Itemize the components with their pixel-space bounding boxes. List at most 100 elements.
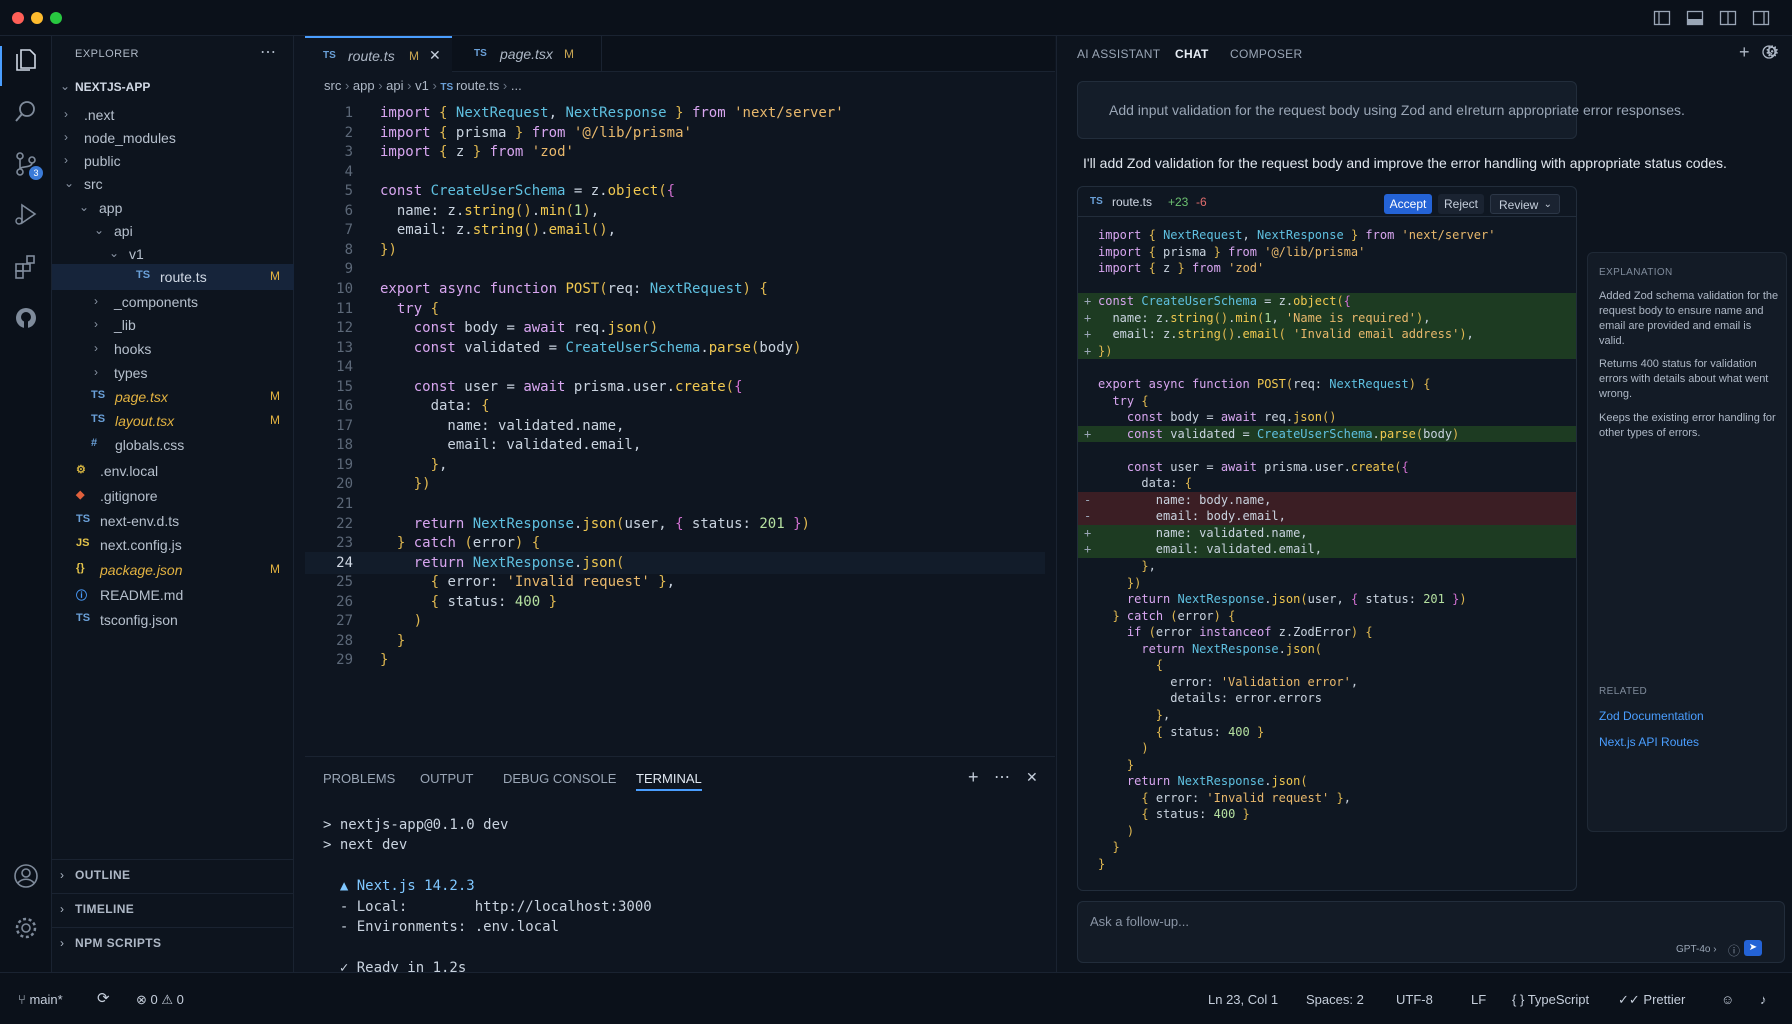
explorer-icon[interactable] bbox=[12, 46, 40, 74]
terminal-line: > next dev bbox=[323, 837, 408, 853]
minimize-window-button[interactable] bbox=[31, 12, 43, 24]
branch-icon: ⑂ bbox=[18, 992, 26, 1007]
breadcrumb-item[interactable]: route.ts bbox=[456, 78, 499, 93]
file-type-icon: TS bbox=[136, 269, 151, 281]
explorer-root[interactable]: ⌄ NEXTJS-APP bbox=[52, 74, 294, 100]
model-selector[interactable]: GPT-4o › bbox=[1676, 944, 1717, 955]
link-zod-docs[interactable]: Zod Documentation bbox=[1599, 709, 1704, 723]
tab-page-tsx[interactable]: TS page.tsx M bbox=[452, 36, 602, 72]
timeline-section[interactable]: › TIMELINE bbox=[52, 893, 294, 923]
tree-item[interactable]: › hooks bbox=[52, 336, 294, 362]
diff-code: const body = await req.json() bbox=[1126, 410, 1337, 425]
diff-code: { status: 400 } bbox=[1155, 724, 1265, 739]
file-type-icon: JS bbox=[76, 537, 90, 549]
tab-chat[interactable]: CHAT bbox=[1175, 47, 1209, 61]
follow-up-input[interactable]: Ask a follow-up... GPT-4o › ⓘ ➤ bbox=[1077, 901, 1785, 963]
notifications-icon[interactable]: ♪ bbox=[1760, 992, 1767, 1007]
tab-output[interactable]: OUTPUT bbox=[420, 771, 473, 786]
tab-route-ts[interactable]: TS route.ts M ✕ bbox=[305, 36, 452, 72]
tab-terminal[interactable]: TERMINAL bbox=[636, 771, 702, 791]
new-chat-icon[interactable]: + bbox=[1739, 42, 1750, 63]
link-nextjs-routes[interactable]: Next.js API Routes bbox=[1599, 735, 1699, 749]
reject-button[interactable]: Reject bbox=[1438, 194, 1484, 214]
review-dropdown[interactable]: Review ⌄ bbox=[1490, 194, 1560, 214]
maximize-window-button[interactable] bbox=[50, 12, 62, 24]
tab-debug-console[interactable]: DEBUG CONSOLE bbox=[503, 771, 616, 786]
toggle-panel-icon[interactable] bbox=[1686, 9, 1704, 27]
code-text: } bbox=[380, 652, 389, 669]
diff-line: const user = await prisma.user.create({ bbox=[1078, 459, 1576, 476]
cursor-position[interactable]: Ln 23, Col 1 bbox=[1208, 992, 1278, 1007]
outline-section[interactable]: › OUTLINE bbox=[52, 859, 294, 889]
tree-item[interactable]: TS page.tsx M bbox=[52, 384, 294, 410]
diff-code: } bbox=[1126, 757, 1135, 772]
sync-icon[interactable]: ⟳ bbox=[97, 989, 110, 1007]
tree-item[interactable]: › types bbox=[52, 360, 294, 386]
branch-indicator[interactable]: ⑂ main* bbox=[18, 992, 63, 1007]
diff-line: export async function POST(req: NextRequ… bbox=[1078, 376, 1576, 393]
tree-item[interactable]: TS layout.tsx M bbox=[52, 408, 294, 434]
info-icon[interactable]: ⓘ bbox=[1728, 942, 1740, 959]
breadcrumb-item[interactable]: api bbox=[386, 78, 403, 93]
settings-icon[interactable]: ⚙ bbox=[1765, 42, 1779, 62]
more-icon[interactable]: ⋯ bbox=[994, 767, 1010, 787]
diff-code: if (error instanceof z.ZodError) { bbox=[1126, 625, 1373, 640]
diff-line-added: + name: validated.name, bbox=[1078, 524, 1576, 542]
npm-scripts-section[interactable]: › NPM SCRIPTS bbox=[52, 927, 294, 957]
breadcrumb-separator: › bbox=[403, 78, 416, 93]
problems-indicator[interactable]: ⊗ 0 ⚠ 0 bbox=[136, 992, 184, 1008]
formatter[interactable]: ✓✓ Prettier bbox=[1618, 992, 1685, 1008]
toggle-secondary-sidebar-icon[interactable] bbox=[1719, 9, 1737, 27]
diff-code: error: 'Validation error', bbox=[1098, 674, 1359, 689]
run-debug-icon[interactable] bbox=[12, 200, 40, 228]
breadcrumb-item[interactable]: v1 bbox=[415, 78, 429, 93]
account-icon[interactable] bbox=[12, 862, 40, 890]
tree-item[interactable]: ⚙ .env.local bbox=[52, 458, 294, 484]
github-icon[interactable] bbox=[12, 304, 40, 332]
toggle-sidebar-icon[interactable] bbox=[1653, 9, 1671, 27]
feedback-icon[interactable]: ☺ bbox=[1721, 992, 1734, 1007]
search-icon[interactable] bbox=[12, 98, 40, 126]
tree-item[interactable]: TS next-env.d.ts bbox=[52, 508, 294, 534]
file-type-icon: ⚙ bbox=[76, 464, 86, 476]
tree-item[interactable]: JS next.config.js bbox=[52, 532, 294, 558]
diff-line bbox=[1078, 442, 1576, 459]
tree-item[interactable]: ◆ .gitignore bbox=[52, 483, 294, 509]
tree-item[interactable]: # globals.css bbox=[52, 432, 294, 458]
diff-line: error: 'Validation error', bbox=[1078, 674, 1576, 691]
explorer-sidebar: EXPLORER ⋯ ⌄ NEXTJS-APP › .next › node_modu… bbox=[52, 36, 294, 972]
tree-item[interactable]: › _lib bbox=[52, 312, 294, 338]
tree-item[interactable]: TS tsconfig.json bbox=[52, 607, 294, 633]
new-terminal-icon[interactable]: + bbox=[968, 767, 979, 788]
code-line[interactable]: 29} bbox=[305, 649, 1045, 671]
settings-gear-icon[interactable] bbox=[12, 914, 40, 942]
title-bar bbox=[0, 0, 1792, 36]
customize-layout-icon[interactable] bbox=[1752, 9, 1770, 27]
tab-composer[interactable]: COMPOSER bbox=[1230, 47, 1302, 61]
send-icon[interactable]: ➤ bbox=[1744, 940, 1762, 956]
diff-line: data: { bbox=[1078, 475, 1576, 492]
tree-item[interactable]: ⓘ README.md bbox=[52, 582, 294, 608]
tree-item[interactable]: {} package.json M bbox=[52, 557, 294, 583]
chevron-icon: ⌄ bbox=[109, 246, 120, 260]
close-window-button[interactable] bbox=[12, 12, 24, 24]
tree-item[interactable]: ⌄ src bbox=[52, 171, 294, 197]
close-tab-icon[interactable]: ✕ bbox=[429, 47, 441, 64]
close-panel-icon[interactable]: ✕ bbox=[1026, 769, 1038, 786]
diff-code: ) bbox=[1141, 741, 1149, 756]
diff-line: { error: 'Invalid request' }, bbox=[1078, 790, 1576, 807]
indentation[interactable]: Spaces: 2 bbox=[1306, 992, 1364, 1007]
breadcrumb-item[interactable]: app bbox=[353, 78, 375, 93]
diff-code: name: z.string().min(1, 'Name is require… bbox=[1098, 310, 1431, 325]
tab-problems[interactable]: PROBLEMS bbox=[323, 771, 395, 786]
line-ending[interactable]: LF bbox=[1471, 992, 1486, 1007]
more-actions-icon[interactable]: ⋯ bbox=[260, 42, 276, 62]
accept-button[interactable]: Accept bbox=[1384, 194, 1432, 214]
extensions-icon[interactable] bbox=[12, 252, 40, 280]
breadcrumb-item[interactable]: src bbox=[324, 78, 341, 93]
tab-ai-assistant[interactable]: AI ASSISTANT bbox=[1077, 47, 1160, 61]
encoding[interactable]: UTF-8 bbox=[1396, 992, 1433, 1007]
breadcrumb-item[interactable]: ... bbox=[511, 78, 522, 93]
language-mode[interactable]: { } TypeScript bbox=[1512, 992, 1589, 1007]
tree-item[interactable]: TS route.ts M bbox=[52, 264, 294, 290]
